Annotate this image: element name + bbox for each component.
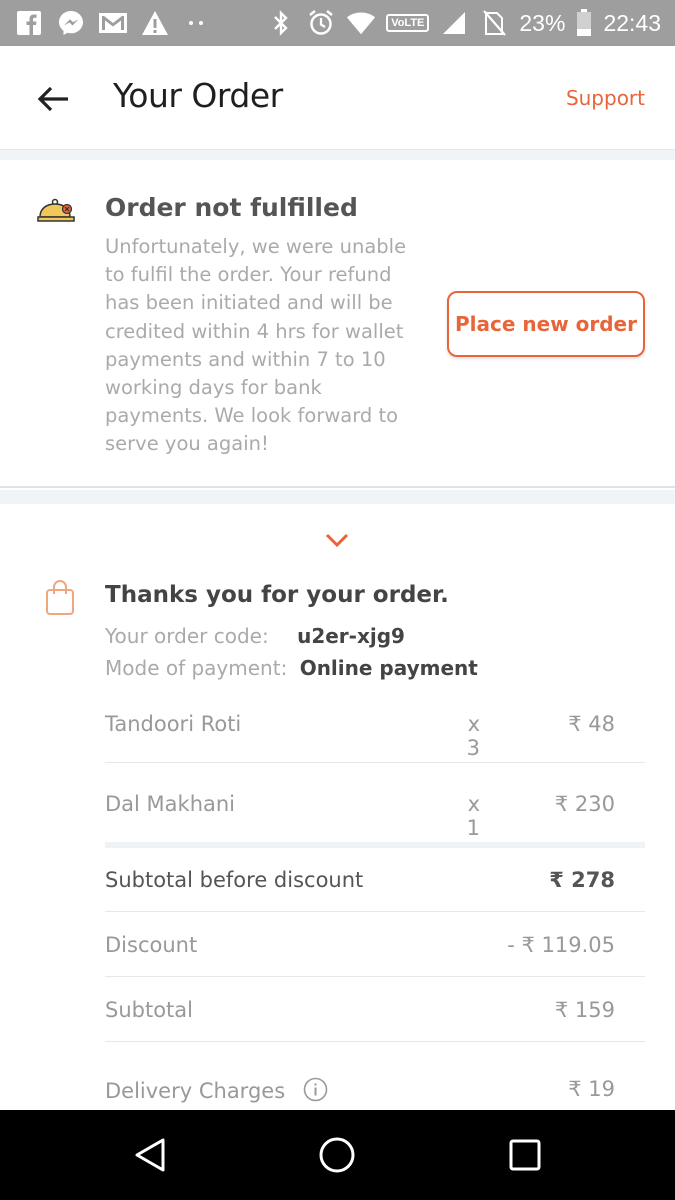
battery-icon <box>575 8 593 38</box>
place-new-order-button[interactable]: Place new order <box>447 291 645 357</box>
summary-label: Discount <box>105 933 198 957</box>
order-code-row: Your order code: u2er-xjg9 <box>105 624 405 648</box>
back-triangle-icon[interactable] <box>131 1135 171 1175</box>
section-divider <box>0 490 675 504</box>
item-quantity: x 1 <box>466 792 480 840</box>
order-heading: Thanks you for your order. <box>105 582 449 608</box>
delivery-charges-label-wrap: Delivery Charges <box>105 1077 328 1103</box>
order-code-value: u2er-xjg9 <box>297 624 405 648</box>
item-price: ₹ 48 <box>568 712 615 736</box>
status-title: Order not fulfilled <box>105 193 358 222</box>
home-circle-icon[interactable] <box>317 1135 357 1175</box>
item-name: Tandoori Roti <box>105 712 242 736</box>
item-quantity: x 3 <box>466 712 480 760</box>
section-divider <box>0 150 675 160</box>
app-bar: Your Order Support <box>0 46 675 150</box>
clock: 22:43 <box>603 9 661 36</box>
summary-value: ₹ 19 <box>568 1077 615 1101</box>
payment-mode-label: Mode of payment: <box>105 656 288 680</box>
messenger-icon <box>56 8 86 38</box>
payment-mode-row: Mode of payment: Online payment <box>105 656 478 680</box>
status-message: Unfortunately, we were unable to fulfil … <box>105 235 407 456</box>
bluetooth-icon <box>266 8 296 38</box>
order-status-card: Order not fulfilled Unfortunately, we we… <box>0 160 675 488</box>
battery-percent: 23% <box>519 9 566 36</box>
summary-label: Subtotal <box>105 998 193 1022</box>
order-code-label: Your order code: <box>105 624 269 648</box>
network-badge: VoLTE <box>386 14 430 32</box>
recents-square-icon[interactable] <box>505 1135 545 1175</box>
summary-value: - ₹ 119.05 <box>507 933 615 957</box>
info-icon[interactable] <box>303 1077 328 1102</box>
alarm-icon <box>306 8 336 38</box>
shopping-bag-icon <box>45 580 75 616</box>
warning-icon <box>140 8 170 38</box>
chevron-down-icon[interactable] <box>323 530 351 550</box>
subtotal-before-discount-row: Subtotal before discount ₹ 278 <box>105 868 645 932</box>
divider <box>105 762 645 763</box>
gmail-icon <box>98 8 128 38</box>
back-arrow-icon[interactable] <box>30 76 76 122</box>
subtotal-row: Subtotal ₹ 159 <box>105 998 645 1062</box>
item-name: Dal Makhani <box>105 792 236 816</box>
order-details: Thanks you for your order. Your order co… <box>0 504 675 1110</box>
support-link[interactable]: Support <box>566 86 645 110</box>
status-bar: VoLTE 23% 22:43 <box>0 0 675 46</box>
page-title: Your Order <box>113 76 283 115</box>
summary-label: Subtotal before discount <box>105 868 364 892</box>
facebook-icon <box>14 8 44 38</box>
more-icon <box>182 8 212 38</box>
no-sim-icon <box>479 8 509 38</box>
item-price: ₹ 230 <box>554 792 615 816</box>
navigation-bar <box>0 1110 675 1200</box>
divider <box>105 911 645 912</box>
summary-value: ₹ 159 <box>554 998 615 1022</box>
list-item: Tandoori Roti x 3 ₹ 48 <box>105 712 645 776</box>
divider <box>105 1041 645 1042</box>
cloche-icon <box>37 195 77 225</box>
payment-mode-value: Online payment <box>299 656 478 680</box>
summary-label: Delivery Charges <box>105 1079 286 1103</box>
summary-value: ₹ 278 <box>549 868 615 892</box>
signal-icon <box>439 8 469 38</box>
divider <box>105 976 645 977</box>
divider <box>105 842 645 848</box>
discount-row: Discount - ₹ 119.05 <box>105 933 645 997</box>
wifi-icon <box>346 8 376 38</box>
